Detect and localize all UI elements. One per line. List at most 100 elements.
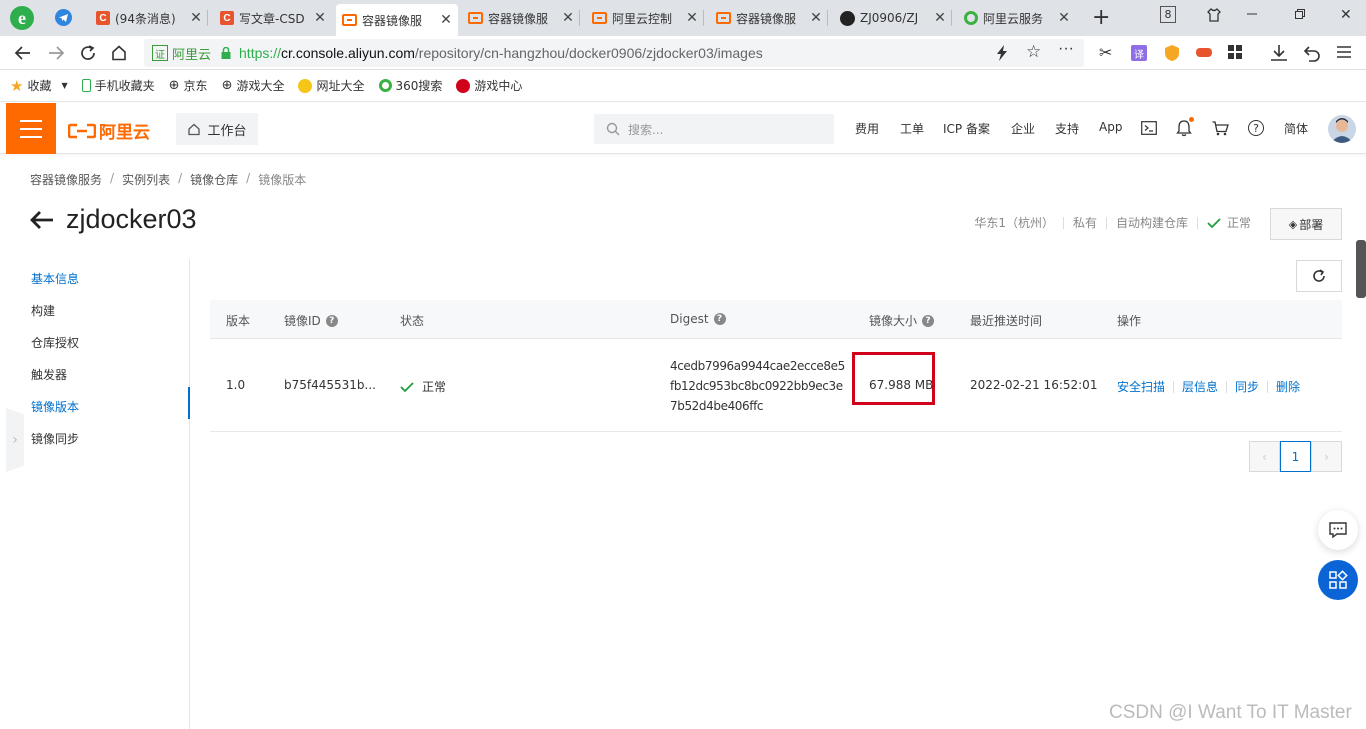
bookmark-label: 游戏大全 <box>236 79 285 93</box>
undo-icon[interactable] <box>1303 44 1321 62</box>
star-icon: ★ <box>10 76 24 95</box>
breadcrumb-item[interactable]: 镜像仓库 <box>190 171 238 188</box>
next-page-button[interactable]: › <box>1311 441 1342 472</box>
feedback-chat-button[interactable] <box>1318 510 1358 550</box>
sidebar-item-build[interactable]: 构建 <box>31 302 55 319</box>
browser-logo-icon[interactable]: e <box>10 6 34 30</box>
close-icon[interactable]: ✕ <box>562 10 574 26</box>
help-icon[interactable]: ? <box>922 314 935 327</box>
language-switch[interactable]: 简体 <box>1284 120 1308 137</box>
nav-billing[interactable]: 费用 <box>855 120 879 137</box>
close-icon[interactable]: ✕ <box>934 10 946 26</box>
browser-tab[interactable]: 容器镜像服 ✕ <box>710 4 828 32</box>
more-icon[interactable]: ··· <box>1058 40 1074 58</box>
avatar[interactable] <box>1328 115 1356 143</box>
workbench-button[interactable]: 工作台 <box>176 113 258 145</box>
hamburger-menu-button[interactable] <box>6 103 56 154</box>
back-arrow-icon[interactable] <box>30 210 54 230</box>
restore-button[interactable] <box>1294 8 1306 20</box>
apps-grid-icon[interactable] <box>1228 45 1243 60</box>
sidebar-item-repo-auth[interactable]: 仓库授权 <box>31 334 79 351</box>
sidebar-item-basic-info[interactable]: 基本信息 <box>31 270 79 287</box>
sidebar-item-image-versions[interactable]: 镜像版本 <box>31 398 79 415</box>
nav-icp[interactable]: ICP 备案 <box>943 120 990 137</box>
breadcrumb-item[interactable]: 容器镜像服务 <box>30 171 102 188</box>
sidebar-item-trigger[interactable]: 触发器 <box>31 366 67 383</box>
quick-apps-button[interactable] <box>1318 560 1358 600</box>
csdn-icon: C <box>220 11 234 25</box>
digest-line: 7b52d4be406ffc <box>670 399 764 413</box>
close-icon[interactable]: ✕ <box>190 10 202 26</box>
sidebar-collapse-handle[interactable]: › <box>6 408 24 472</box>
scissors-icon[interactable]: ✂ <box>1099 43 1112 62</box>
action-sync[interactable]: 同步 <box>1235 378 1259 395</box>
reload-button[interactable] <box>79 44 97 62</box>
close-icon[interactable]: ✕ <box>314 10 326 26</box>
translate-icon[interactable]: 译 <box>1131 45 1147 61</box>
nav-enterprise[interactable]: 企业 <box>1011 120 1035 137</box>
breadcrumb-item[interactable]: 实例列表 <box>122 171 170 188</box>
telegram-icon[interactable] <box>55 9 72 26</box>
tab-title: 写文章-CSD <box>239 11 305 26</box>
bookmark-games[interactable]: ⊕ 游戏大全 <box>222 77 285 94</box>
terminal-icon[interactable] <box>1141 121 1157 135</box>
close-icon[interactable]: ✕ <box>686 10 698 26</box>
bookmark-favorites[interactable]: ★ 收藏 ▼ <box>10 77 68 95</box>
close-icon[interactable]: ✕ <box>1058 10 1070 26</box>
bookmark-mobile[interactable]: 手机收藏夹 <box>81 77 155 94</box>
url-field[interactable]: 证 阿里云 https:// cr.console.aliyun.com /re… <box>144 39 1084 67</box>
cell-image-id[interactable]: b75f445531b... <box>284 378 376 392</box>
deploy-button[interactable]: ◈ 部署 <box>1270 208 1342 240</box>
star-icon[interactable]: ☆ <box>1026 42 1041 62</box>
close-window-button[interactable]: ✕ <box>1340 7 1352 23</box>
sidebar-item-image-sync[interactable]: 镜像同步 <box>31 430 79 447</box>
cell-version: 1.0 <box>226 378 246 392</box>
bookmark-jd[interactable]: ⊕ 京东 <box>169 77 208 94</box>
scrollbar-thumb[interactable] <box>1356 240 1366 298</box>
nav-app[interactable]: App <box>1099 120 1122 134</box>
browser-tab[interactable]: 阿里云控制 ✕ <box>586 4 704 32</box>
menu-icon[interactable] <box>1337 45 1351 59</box>
action-security-scan[interactable]: 安全扫描 <box>1117 378 1165 395</box>
prev-page-button[interactable]: ‹ <box>1249 441 1280 472</box>
help-icon[interactable]: ? <box>713 313 726 325</box>
bookmark-nav[interactable]: 网址大全 <box>298 77 365 94</box>
browser-tab-active[interactable]: 容器镜像服 ✕ <box>336 4 458 36</box>
refresh-button[interactable] <box>1296 260 1342 292</box>
page-number[interactable]: 1 <box>1280 441 1311 472</box>
browser-tab[interactable]: 容器镜像服 ✕ <box>462 4 580 32</box>
aliyun-logo[interactable]: 阿里云 <box>68 118 150 143</box>
lightning-icon[interactable] <box>996 45 1008 61</box>
home-button[interactable] <box>110 44 128 62</box>
minimize-button[interactable] <box>1246 8 1258 20</box>
notification-bell-icon[interactable] <box>1176 117 1194 137</box>
visibility-label: 私有 <box>1072 216 1097 230</box>
url-path: /repository/cn-hangzhou/docker0906/zjdoc… <box>414 45 763 61</box>
close-icon[interactable]: ✕ <box>440 12 452 28</box>
shirt-icon[interactable] <box>1206 7 1222 23</box>
cart-icon[interactable] <box>1212 121 1229 136</box>
browser-tab[interactable]: C 写文章-CSD ✕ <box>214 4 332 32</box>
help-icon[interactable]: ? <box>1248 120 1264 136</box>
help-icon[interactable]: ? <box>325 314 338 327</box>
pagination: ‹ 1 › <box>1249 441 1342 472</box>
search-input[interactable]: 搜索... <box>594 114 834 144</box>
bookmark-360[interactable]: 360搜索 <box>378 77 442 94</box>
back-button[interactable] <box>14 44 32 62</box>
tab-count-badge[interactable]: 8 <box>1160 6 1176 23</box>
action-layer-info[interactable]: 层信息 <box>1182 378 1218 395</box>
forward-button[interactable] <box>47 44 65 62</box>
bookmark-game-center[interactable]: 游戏中心 <box>456 77 522 94</box>
gamepad-icon[interactable] <box>1195 46 1213 59</box>
shield-icon[interactable] <box>1164 44 1180 62</box>
chevron-down-icon[interactable]: ▼ <box>61 81 67 90</box>
close-icon[interactable]: ✕ <box>810 10 822 26</box>
nav-ticket[interactable]: 工单 <box>900 120 924 137</box>
browser-tab[interactable]: ZJ0906/ZJ ✕ <box>834 4 952 32</box>
download-icon[interactable] <box>1270 44 1288 62</box>
browser-tab[interactable]: C (94条消息) ✕ <box>90 4 208 32</box>
new-tab-button[interactable]: + <box>1092 5 1110 30</box>
nav-support[interactable]: 支持 <box>1055 120 1079 137</box>
browser-tab[interactable]: 阿里云服务 ✕ <box>958 4 1076 32</box>
action-delete[interactable]: 删除 <box>1276 378 1300 395</box>
